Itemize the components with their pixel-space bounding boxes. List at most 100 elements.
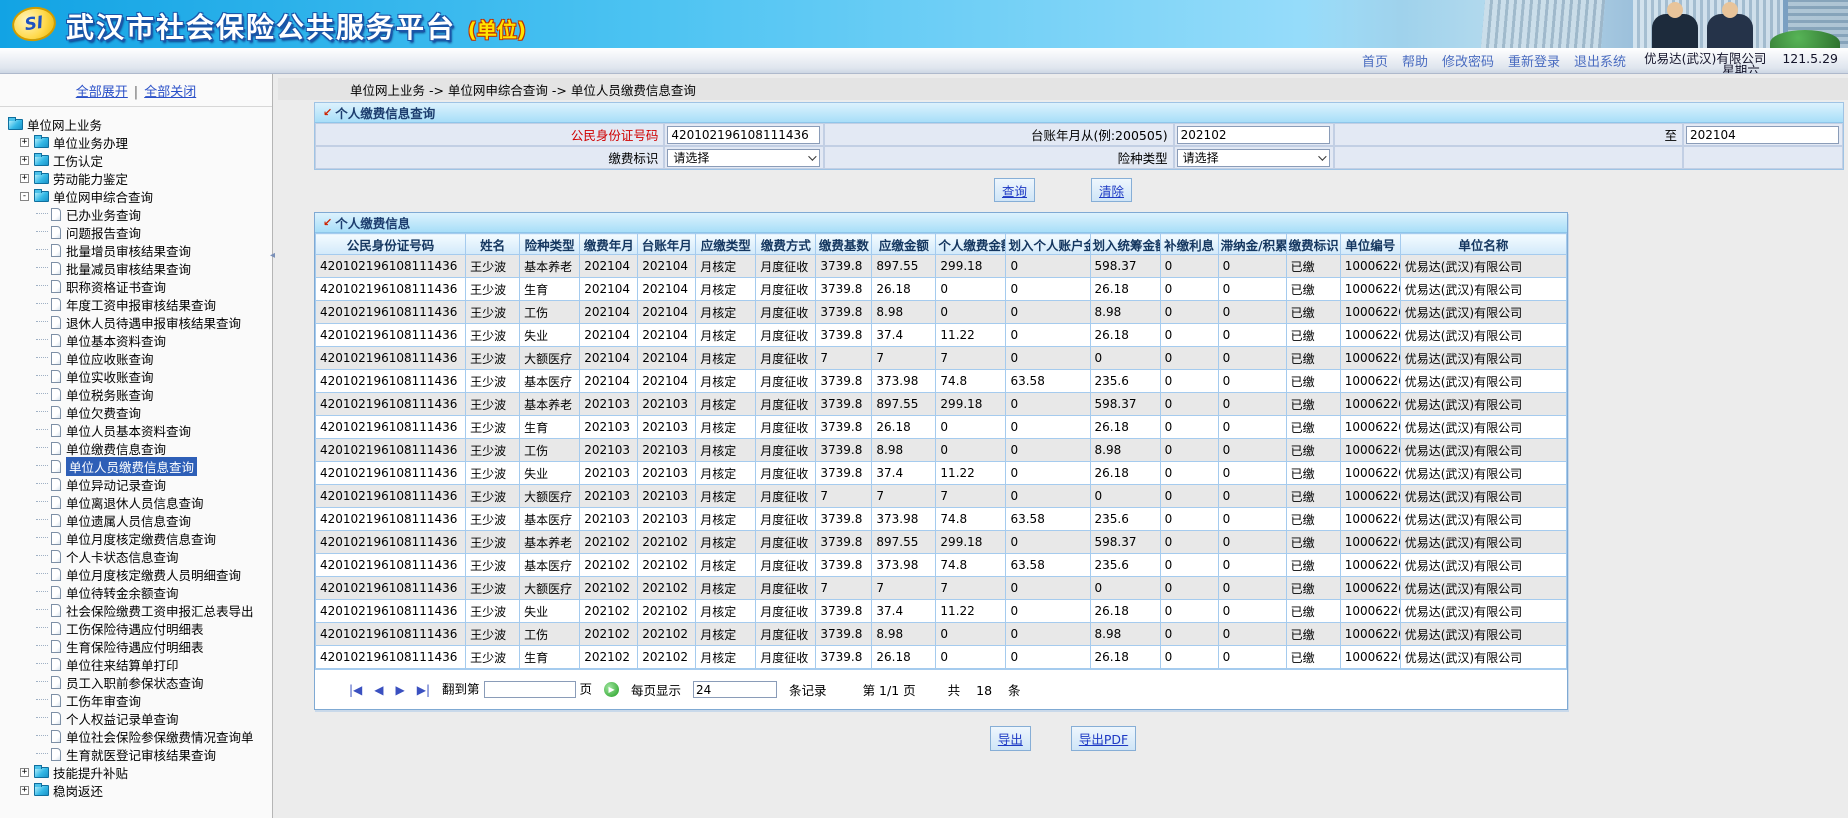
sidebar-folder-item[interactable]: 单位网上业务 [6,115,272,133]
tree-item-label: 已办业务查询 [66,205,141,224]
collapse-all-link[interactable]: 全部关闭 [144,85,196,100]
period-to-input[interactable] [1686,126,1839,144]
per-page-suffix: 条记录 [789,680,827,699]
sidebar-leaf-item[interactable]: 单位异动记录查询 [6,475,272,493]
table-row[interactable]: 420102196108111436王少波生育202104202104月核定月度… [316,278,1567,301]
sidebar-leaf-item[interactable]: 单位社会保险参保缴费情况查询单 [6,727,272,745]
sidebar-folder-item[interactable]: +单位业务办理 [6,133,272,151]
table-row[interactable]: 420102196108111436王少波工伤202103202103月核定月度… [316,439,1567,462]
table-row[interactable]: 420102196108111436王少波基本医疗202104202104月核定… [316,370,1567,393]
sidebar-leaf-item[interactable]: 单位税务账查询 [6,385,272,403]
table-row[interactable]: 420102196108111436王少波基本医疗202102202102月核定… [316,554,1567,577]
expand-toggle-icon[interactable]: + [20,768,29,777]
sidebar-leaf-item[interactable]: 批量减员审核结果查询 [6,259,272,277]
table-row[interactable]: 420102196108111436王少波失业202102202102月核定月度… [316,600,1567,623]
sidebar-leaf-item[interactable]: 单位基本资料查询 [6,331,272,349]
nav-help-link[interactable]: 帮助 [1402,51,1428,70]
table-row[interactable]: 420102196108111436王少波大额医疗202102202102月核定… [316,577,1567,600]
table-row[interactable]: 420102196108111436王少波失业202103202103月核定月度… [316,462,1567,485]
table-row[interactable]: 420102196108111436王少波失业202104202104月核定月度… [316,324,1567,347]
sidebar-leaf-item[interactable]: 单位应收账查询 [6,349,272,367]
sidebar-leaf-item[interactable]: 生育保险待遇应付明细表 [6,637,272,655]
collapse-toggle-icon[interactable]: - [20,192,29,201]
pay-flag-select[interactable]: 请选择 [667,149,820,167]
goto-page-input[interactable] [484,681,576,698]
nav-home-link[interactable]: 首页 [1362,51,1388,70]
first-page-button[interactable]: |◀ [349,683,362,697]
expand-all-link[interactable]: 全部展开 [76,85,128,100]
nav-change-password-link[interactable]: 修改密码 [1442,51,1494,70]
export-pdf-button[interactable]: 导出PDF [1071,726,1136,751]
sidebar-leaf-item[interactable]: 单位往来结算单打印 [6,655,272,673]
sidebar-leaf-item[interactable]: 个人卡状态信息查询 [6,547,272,565]
sidebar-leaf-item[interactable]: 单位人员基本资料查询 [6,421,272,439]
sidebar-leaf-item[interactable]: 问题报告查询 [6,223,272,241]
ins-type-select[interactable]: 请选择 [1177,149,1330,167]
sidebar-leaf-item[interactable]: 批量增员审核结果查询 [6,241,272,259]
table-cell: 王少波 [466,347,520,370]
sidebar-leaf-item[interactable]: 职称资格证书查询 [6,277,272,295]
table-cell: 26.18 [872,278,936,301]
table-cell: 26.18 [1090,324,1160,347]
sidebar-leaf-item[interactable]: 单位实收账查询 [6,367,272,385]
sidebar-leaf-item[interactable]: 单位月度核定缴费信息查询 [6,529,272,547]
goto-page-suffix: 页 [580,682,593,697]
id-number-input[interactable] [667,126,820,144]
expand-toggle-icon[interactable]: + [20,174,29,183]
sidebar-leaf-item[interactable]: 工伤年审查询 [6,691,272,709]
sidebar-leaf-item[interactable]: 单位欠费查询 [6,403,272,421]
table-row[interactable]: 420102196108111436王少波基本养老202104202104月核定… [316,255,1567,278]
sidebar-leaf-item[interactable]: 单位待转金余额查询 [6,583,272,601]
table-cell: 已缴 [1286,462,1340,485]
sidebar-leaf-item[interactable]: 单位缴费信息查询 [6,439,272,457]
sidebar-leaf-item[interactable]: 年度工资申报审核结果查询 [6,295,272,313]
expand-toggle-icon[interactable]: + [20,786,29,795]
sidebar-leaf-item[interactable]: 员工入职前参保状态查询 [6,673,272,691]
sidebar-leaf-item[interactable]: 社会保险缴费工资申报汇总表导出 [6,601,272,619]
table-cell: 月核定 [696,393,756,416]
table-cell: 7 [936,485,1006,508]
export-button[interactable]: 导出 [990,726,1031,751]
expand-toggle-icon[interactable]: + [20,156,29,165]
sidebar-leaf-item[interactable]: 生育就医登记审核结果查询 [6,745,272,763]
table-row[interactable]: 420102196108111436王少波生育202103202103月核定月度… [316,416,1567,439]
sidebar-leaf-item[interactable]: 退休人员待遇申报审核结果查询 [6,313,272,331]
sidebar-leaf-item[interactable]: 已办业务查询 [6,205,272,223]
prev-page-button[interactable]: ◀ [374,683,383,697]
table-cell: 10006226 [1340,508,1400,531]
query-button[interactable]: 查询 [994,178,1035,202]
sidebar-folder-item[interactable]: -单位网申综合查询 [6,187,272,205]
sidebar-leaf-item[interactable]: 单位月度核定缴费人员明细查询 [6,565,272,583]
sidebar-splitter[interactable] [272,74,278,818]
table-row[interactable]: 420102196108111436王少波基本养老202102202102月核定… [316,531,1567,554]
sidebar-leaf-item[interactable]: 单位人员缴费信息查询 [6,457,272,475]
table-row[interactable]: 420102196108111436王少波生育202102202102月核定月度… [316,646,1567,669]
sidebar-folder-item[interactable]: +技能提升补贴 [6,763,272,781]
table-cell: 0 [1160,531,1218,554]
table-row[interactable]: 420102196108111436王少波工伤202102202102月核定月度… [316,623,1567,646]
sidebar-folder-item[interactable]: +工伤认定 [6,151,272,169]
tree-item-label: 稳岗返还 [53,781,103,800]
sidebar-leaf-item[interactable]: 个人权益记录单查询 [6,709,272,727]
nav-logout-link[interactable]: 退出系统 [1574,51,1626,70]
table-row[interactable]: 420102196108111436王少波大额医疗202103202103月核定… [316,485,1567,508]
sidebar-leaf-item[interactable]: 单位离退休人员信息查询 [6,493,272,511]
clear-button[interactable]: 清除 [1091,178,1132,202]
table-row[interactable]: 420102196108111436王少波大额医疗202104202104月核定… [316,347,1567,370]
table-row[interactable]: 420102196108111436王少波基本养老202103202103月核定… [316,393,1567,416]
sidebar-folder-item[interactable]: +劳动能力鉴定 [6,169,272,187]
table-cell: 202103 [638,416,696,439]
nav-relogin-link[interactable]: 重新登录 [1508,51,1560,70]
table-row[interactable]: 420102196108111436王少波工伤202104202104月核定月度… [316,301,1567,324]
sidebar-leaf-item[interactable]: 工伤保险待遇应付明细表 [6,619,272,637]
expand-toggle-icon[interactable]: + [20,138,29,147]
next-page-button[interactable]: ▶ [396,683,405,697]
table-cell: 月核定 [696,600,756,623]
go-button[interactable]: ▶ [604,682,619,697]
period-from-input[interactable] [1177,126,1330,144]
last-page-button[interactable]: ▶| [417,683,430,697]
sidebar-leaf-item[interactable]: 单位遗属人员信息查询 [6,511,272,529]
per-page-input[interactable] [693,681,777,698]
table-row[interactable]: 420102196108111436王少波基本医疗202103202103月核定… [316,508,1567,531]
sidebar-folder-item[interactable]: + 稳岗返还 [6,781,272,799]
